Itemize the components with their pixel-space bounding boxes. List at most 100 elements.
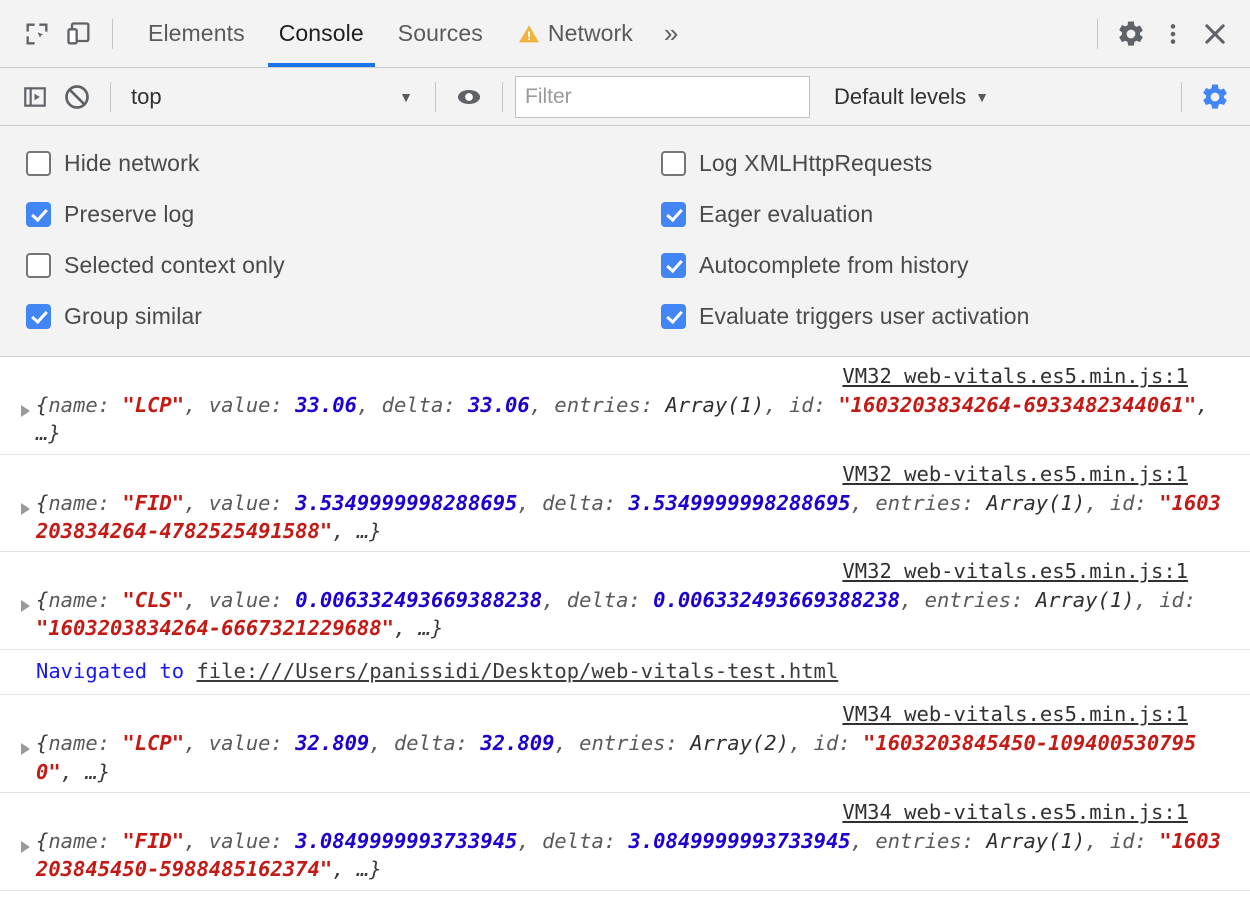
filter-input[interactable] [515, 76, 810, 118]
console-object-entry: VM32 web-vitals.es5.min.js:1 {name: "CLS"… [0, 552, 1250, 650]
key-delta: , delta: [517, 491, 628, 515]
object-preview-text[interactable]: {name: "LCP", value: 33.06, delta: 33.06… [36, 391, 1236, 448]
object-preview-text[interactable]: {name: "FID", value: 3.0849999993733945,… [36, 827, 1236, 884]
source-line: VM32 web-vitals.es5.min.js:1 [14, 459, 1236, 489]
selected-context-only-checkbox[interactable] [26, 253, 51, 278]
object-brace-open: { [36, 491, 48, 515]
tab-elements[interactable]: Elements [131, 0, 262, 67]
object-preview-text[interactable]: {name: "FID", value: 3.5349999998288695,… [36, 489, 1236, 546]
expand-triangle-icon[interactable] [14, 729, 36, 755]
setting-group-similar[interactable]: Group similar [26, 291, 645, 342]
expand-triangle-icon[interactable] [14, 489, 36, 515]
setting-preserve-log[interactable]: Preserve log [26, 189, 645, 240]
inspect-element-icon[interactable] [16, 13, 58, 55]
source-file-link[interactable]: VM32 web-vitals.es5.min.js:1 [842, 364, 1188, 388]
console-divider-1 [110, 82, 111, 112]
object-preview-row: {name: "LCP", value: 33.06, delta: 33.06… [14, 391, 1236, 448]
key-value: , value: [184, 491, 295, 515]
log-xmlhttprequests-checkbox[interactable] [661, 151, 686, 176]
tab-sources[interactable]: Sources [381, 0, 500, 67]
selected-context-only-label: Selected context only [64, 252, 285, 279]
value-entries-array: Array(1) [986, 491, 1085, 515]
object-brace-open: { [36, 731, 48, 755]
key-entries: , entries: [554, 731, 690, 755]
execution-context-selector[interactable]: top ▼ [123, 79, 423, 115]
key-entries: , entries: [530, 393, 666, 417]
console-object-entry: VM34 web-vitals.es5.min.js:1 {name: "FID"… [0, 793, 1250, 891]
clear-console-icon[interactable] [56, 76, 98, 118]
expand-triangle-icon[interactable] [14, 586, 36, 612]
key-name: name: [48, 491, 122, 515]
console-divider-4 [1181, 82, 1182, 112]
setting-eager-evaluation[interactable]: Eager evaluation [661, 189, 1250, 240]
object-brace-open: { [36, 393, 48, 417]
tab-overflow-button[interactable]: » [650, 0, 693, 67]
evaluate-triggers-user-activation-label: Evaluate triggers user activation [699, 303, 1030, 330]
settings-column-right: Log XMLHttpRequests Eager evaluation Aut… [645, 138, 1250, 342]
kebab-menu-icon[interactable] [1152, 13, 1194, 55]
gear-icon[interactable] [1110, 13, 1152, 55]
group-similar-checkbox[interactable] [26, 304, 51, 329]
console-settings-panel: Hide network Preserve log Selected conte… [0, 126, 1250, 357]
key-id: , id: [789, 731, 863, 755]
setting-log-xmlhttprequests[interactable]: Log XMLHttpRequests [661, 138, 1250, 189]
autocomplete-from-history-checkbox[interactable] [661, 253, 686, 278]
chevron-down-icon: ▼ [975, 90, 989, 104]
eager-evaluation-checkbox[interactable] [661, 202, 686, 227]
source-line: VM32 web-vitals.es5.min.js:1 [14, 556, 1236, 586]
setting-selected-context-only[interactable]: Selected context only [26, 240, 645, 291]
object-brace-close: , …} [394, 616, 443, 640]
value-entries-array: Array(1) [986, 829, 1085, 853]
console-log-area[interactable]: VM32 web-vitals.es5.min.js:1 {name: "LCP"… [0, 357, 1250, 912]
execution-context-value: top [131, 84, 162, 110]
tab-console[interactable]: Console [262, 0, 381, 67]
key-id: , id: [1085, 829, 1159, 853]
value-metric-delta: 0.006332493669388238 [653, 588, 900, 612]
console-divider-3 [502, 82, 503, 112]
evaluate-triggers-user-activation-checkbox[interactable] [661, 304, 686, 329]
expand-triangle-icon[interactable] [14, 827, 36, 853]
close-icon[interactable] [1194, 13, 1236, 55]
source-file-link[interactable]: VM32 web-vitals.es5.min.js:1 [842, 559, 1188, 583]
key-delta: , delta: [357, 393, 468, 417]
setting-hide-network[interactable]: Hide network [26, 138, 645, 189]
devtools-tabs: Elements Console Sources Network [131, 0, 692, 67]
console-sidebar-icon[interactable] [14, 76, 56, 118]
source-file-link[interactable]: VM34 web-vitals.es5.min.js:1 [842, 800, 1188, 824]
console-navigation-entry: Navigated to file:///Users/panissidi/Des… [0, 650, 1250, 696]
tab-sources-label: Sources [398, 20, 483, 47]
log-levels-dropdown[interactable]: Default levels ▼ [834, 84, 989, 110]
source-file-link[interactable]: VM32 web-vitals.es5.min.js:1 [842, 462, 1188, 486]
eager-evaluation-label: Eager evaluation [699, 201, 873, 228]
key-id: , id: [1135, 588, 1197, 612]
tab-network[interactable]: Network [500, 0, 650, 67]
device-toolbar-icon[interactable] [58, 13, 100, 55]
console-settings-gear-icon[interactable] [1194, 76, 1236, 118]
value-metric-delta: 33.06 [468, 393, 530, 417]
navigated-to-url-link[interactable]: file:///Users/panissidi/Desktop/web-vita… [196, 659, 838, 683]
console-toolbar: top ▼ Default levels ▼ [0, 68, 1250, 126]
key-entries: , entries: [851, 491, 987, 515]
preserve-log-checkbox[interactable] [26, 202, 51, 227]
object-preview-row: {name: "FID", value: 3.5349999998288695,… [14, 489, 1236, 546]
group-similar-label: Group similar [64, 303, 202, 330]
hide-network-checkbox[interactable] [26, 151, 51, 176]
setting-evaluate-triggers-user-activation[interactable]: Evaluate triggers user activation [661, 291, 1250, 342]
object-preview-text[interactable]: {name: "LCP", value: 32.809, delta: 32.8… [36, 729, 1236, 786]
object-preview-row: {name: "LCP", value: 32.809, delta: 32.8… [14, 729, 1236, 786]
value-metric-value: 3.0849999993733945 [295, 829, 517, 853]
tab-network-label: Network [548, 20, 633, 47]
value-metric-value: 0.006332493669388238 [295, 588, 542, 612]
source-file-link[interactable]: VM34 web-vitals.es5.min.js:1 [842, 702, 1188, 726]
key-delta: , delta: [517, 829, 628, 853]
hide-network-label: Hide network [64, 150, 199, 177]
value-entries-array: Array(1) [1036, 588, 1135, 612]
object-preview-text[interactable]: {name: "CLS", value: 0.00633249366938823… [36, 586, 1236, 643]
live-expression-icon[interactable] [448, 76, 490, 118]
console-divider-2 [435, 82, 436, 112]
key-name: name: [48, 393, 122, 417]
value-metric-delta: 3.0849999993733945 [628, 829, 850, 853]
console-object-entry: VM32 web-vitals.es5.min.js:1 {name: "LCP"… [0, 357, 1250, 455]
expand-triangle-icon[interactable] [14, 391, 36, 417]
setting-autocomplete-from-history[interactable]: Autocomplete from history [661, 240, 1250, 291]
